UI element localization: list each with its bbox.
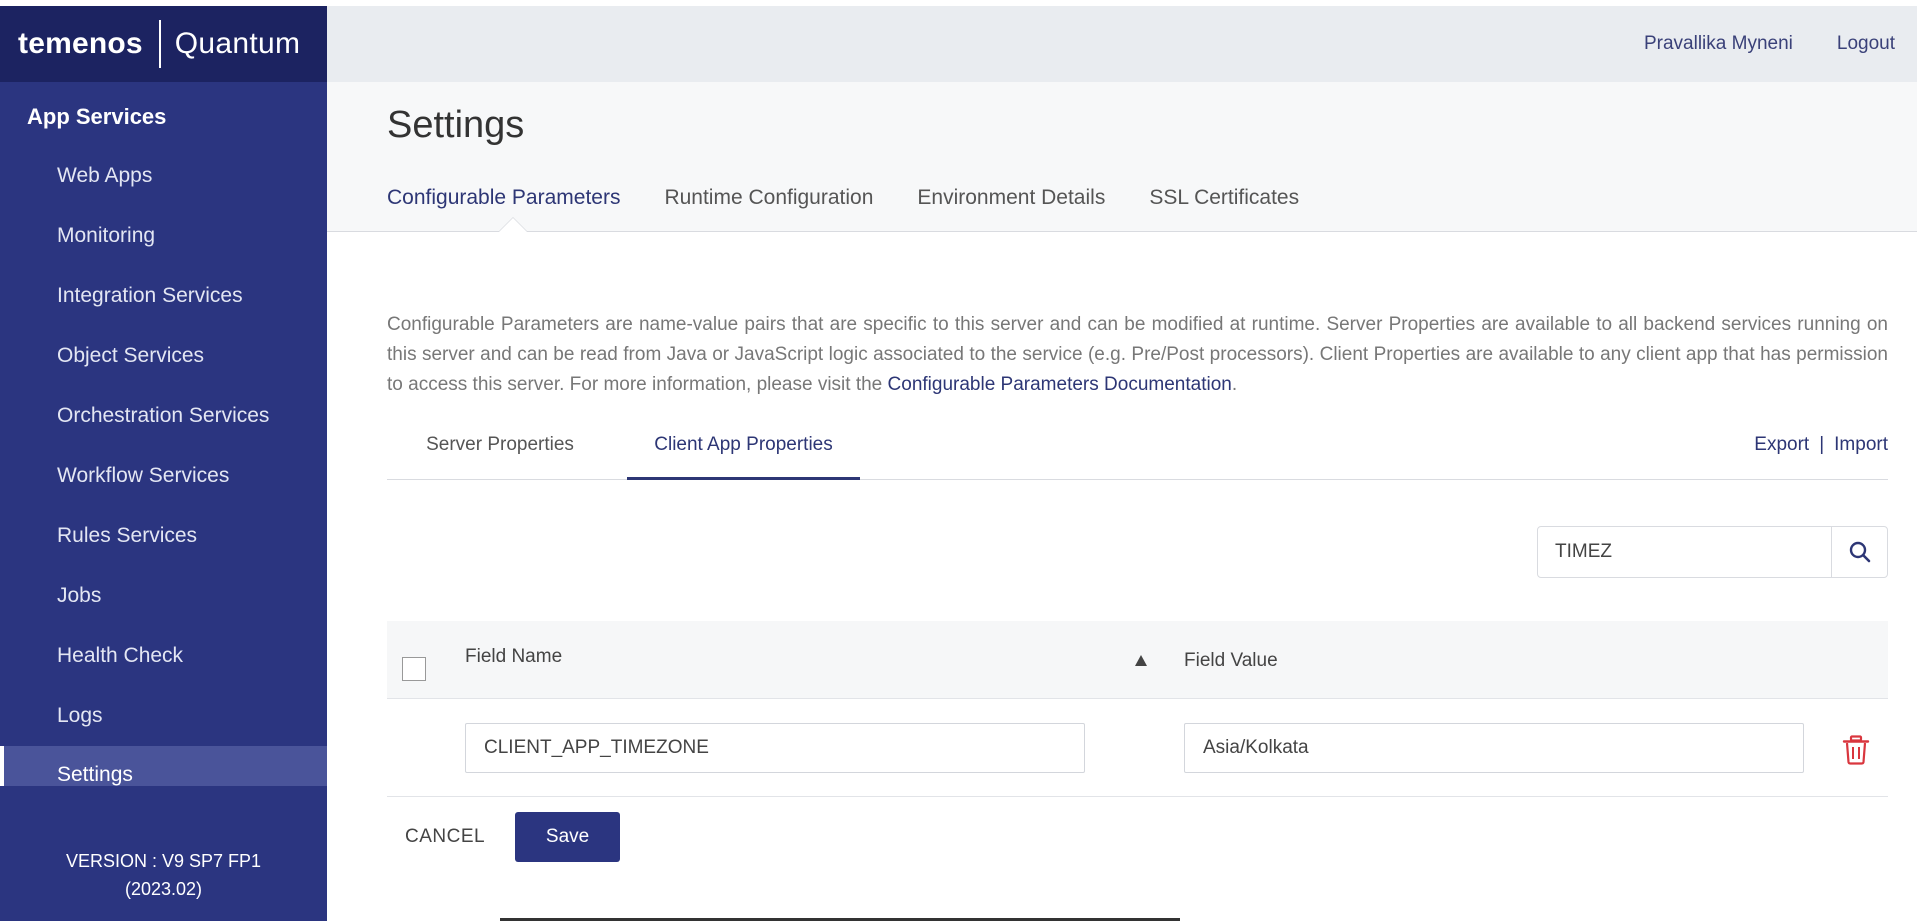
sidebar-item-logs[interactable]: Logs (0, 686, 327, 746)
subtab-server-properties[interactable]: Server Properties (387, 420, 613, 480)
select-all-checkbox[interactable] (402, 657, 426, 681)
brand-logo[interactable]: temenos Quantum (0, 6, 327, 82)
search-input[interactable] (1538, 527, 1831, 577)
export-import-links: Export | Import (1754, 420, 1888, 470)
form-actions: CANCEL Save (387, 812, 621, 862)
main-content: Configurable Parameters are name-value p… (387, 232, 1888, 480)
sidebar-item-rules-services[interactable]: Rules Services (0, 506, 327, 566)
sidebar-item-jobs[interactable]: Jobs (0, 566, 327, 626)
version-number: VERSION : V9 SP7 FP1 (65, 851, 262, 871)
sidebar-item-orchestration-services[interactable]: Orchestration Services (0, 386, 327, 446)
documentation-link[interactable]: Configurable Parameters Documentation (888, 374, 1232, 395)
sidebar-item-web-apps[interactable]: Web Apps (0, 146, 327, 206)
column-header-field-name[interactable]: Field Name (465, 646, 562, 668)
cancel-button[interactable]: CANCEL (387, 826, 503, 848)
page-title: Settings (387, 104, 525, 146)
brand-product: Quantum (174, 27, 301, 60)
tab-environment-details[interactable]: Environment Details (917, 186, 1105, 210)
brand-divider (158, 20, 161, 68)
sidebar-item-object-services[interactable]: Object Services (0, 326, 327, 386)
subtab-client-app-properties[interactable]: Client App Properties (627, 420, 860, 480)
description-suffix: . (1231, 374, 1238, 395)
column-header-field-value: Field Value (1184, 650, 1278, 671)
sidebar-item-monitoring[interactable]: Monitoring (0, 206, 327, 266)
import-link[interactable]: Import (1834, 434, 1888, 455)
logout-link[interactable]: Logout (1837, 33, 1895, 55)
export-link[interactable]: Export (1754, 434, 1809, 455)
sidebar: temenos Quantum App Services Web Apps Mo… (0, 6, 327, 921)
property-subtabs: Server Properties Client App Properties … (387, 420, 1888, 480)
sidebar-item-workflow-services[interactable]: Workflow Services (0, 446, 327, 506)
sidebar-item-health-check[interactable]: Health Check (0, 626, 327, 686)
tab-runtime-configuration[interactable]: Runtime Configuration (664, 186, 873, 210)
table-row (387, 699, 1888, 797)
top-header: Pravallika Myneni Logout (327, 6, 1917, 82)
sidebar-item-settings[interactable]: Settings (0, 746, 327, 786)
description-text: Configurable Parameters are name-value p… (387, 310, 1888, 400)
save-button[interactable]: Save (515, 812, 621, 862)
page-header: Settings Configurable Parameters Runtime… (327, 82, 1917, 232)
search-button[interactable] (1831, 527, 1887, 577)
export-import-separator: | (1819, 434, 1825, 455)
trash-icon[interactable] (1842, 735, 1870, 765)
tab-configurable-parameters[interactable]: Configurable Parameters (387, 186, 620, 210)
user-name-link[interactable]: Pravallika Myneni (1644, 33, 1793, 55)
active-tab-caret (499, 218, 527, 232)
settings-tabs: Configurable Parameters Runtime Configur… (387, 186, 1343, 210)
sort-ascending-icon[interactable] (1135, 655, 1147, 666)
properties-table: Field Name Field Value (387, 621, 1888, 797)
sidebar-item-integration-services[interactable]: Integration Services (0, 266, 327, 326)
field-name-input[interactable] (465, 723, 1085, 773)
tab-ssl-certificates[interactable]: SSL Certificates (1149, 186, 1299, 210)
sidebar-section-title[interactable]: App Services (0, 82, 327, 146)
version-date: (2023.02) (124, 879, 203, 899)
table-header: Field Name Field Value (387, 621, 1888, 699)
brand-name: temenos (18, 27, 143, 60)
field-value-input[interactable] (1184, 723, 1804, 773)
search-box (1537, 526, 1888, 578)
version-info: VERSION : V9 SP7 FP1 (2023.02) (0, 847, 327, 903)
search-icon (1849, 541, 1870, 563)
